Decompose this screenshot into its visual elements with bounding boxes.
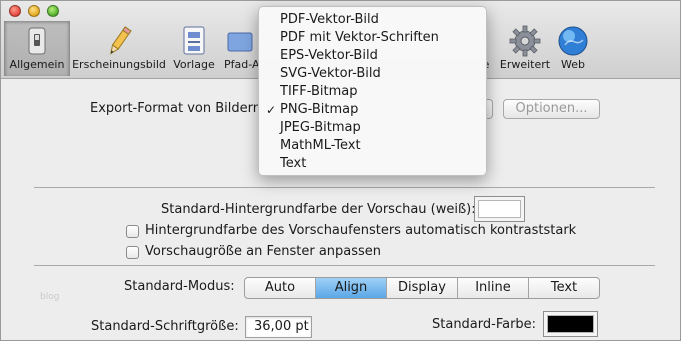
options-button[interactable]: Optionen... [503,99,600,119]
menu-item-tiff-bitmap[interactable]: TIFF-Bitmap [259,83,486,101]
default-mode-segmented-control: Auto Align Display Inline Text [244,277,600,299]
fit-preview-checkbox[interactable] [126,246,139,259]
auto-contrast-checkbox[interactable] [126,225,139,238]
fit-preview-label: Vorschaugröße an Fenster anpassen [145,244,382,259]
tab-label: Allgemein [9,58,65,71]
background-color-fill [478,200,521,218]
tab-label: Erweitert [499,58,551,71]
mode-display[interactable]: Display [387,278,458,298]
globe-icon [558,26,588,56]
pencil-icon [110,26,132,55]
menu-item-svg-vektor-bild[interactable]: SVG-Vektor-Bild [259,65,486,83]
default-color-well[interactable] [543,311,598,337]
tab-label: Vorlage [173,58,215,71]
menu-item-pdf-vektor-schriften[interactable]: PDF mit Vektor-Schriften [259,29,486,47]
zoom-window-button[interactable] [47,5,59,17]
menu-item-eps-vektor-bild[interactable]: EPS-Vektor-Bild [259,47,486,65]
auto-contrast-label: Hintergrundfarbe des Vorschaufensters au… [145,223,577,238]
menu-item-png-bitmap[interactable]: ✓ PNG-Bitmap [259,101,486,119]
default-color-label: Standard-Farbe: [432,317,537,332]
mode-text[interactable]: Text [529,278,599,298]
tab-label: Web [561,58,585,71]
default-font-size-label: Standard-Schriftgröße: [91,319,239,334]
menu-item-mathml-text[interactable]: MathML-Text [259,137,486,155]
minimize-window-button[interactable] [28,5,40,17]
menu-item-text[interactable]: Text [259,155,486,173]
mode-inline[interactable]: Inline [458,278,529,298]
separator [34,187,655,188]
template-icon [183,26,205,55]
background-color-label: Standard-Hintergrundfarbe der Vorschau (… [161,202,476,217]
watermark-text: blog [40,292,60,302]
tab-label: Pfad-A [224,58,260,71]
close-window-button[interactable] [9,5,21,17]
menu-item-jpeg-bitmap[interactable]: JPEG-Bitmap [259,119,486,137]
mode-auto[interactable]: Auto [245,278,316,298]
tab-web[interactable]: Web [553,21,593,76]
font-size-field[interactable]: 36,00 pt [245,316,312,338]
path-icon [227,32,253,52]
tab-pfad[interactable]: Pfad-A [221,21,259,76]
default-color-fill [547,315,594,333]
default-mode-label: Standard-Modus: [124,279,235,294]
export-format-label: Export-Format von Bildern [90,101,261,116]
tab-allgemein[interactable]: Allgemein [4,21,70,76]
background-color-well[interactable] [474,196,525,222]
checkmark-icon: ✓ [266,103,277,117]
gear-icon [509,25,541,57]
mode-align[interactable]: Align [316,278,387,298]
tab-erweitert[interactable]: Erweitert [499,21,551,76]
preferences-window: Allgemein Erscheinungsbild Vorlage Pfad-… [0,0,681,341]
tab-label: Erscheinungsbild [72,58,166,71]
menu-item-pdf-vektor-bild[interactable]: PDF-Vektor-Bild [259,11,486,29]
switch-icon [28,27,46,55]
export-format-menu: PDF-Vektor-Bild PDF mit Vektor-Schriften… [258,6,487,176]
separator [34,265,655,266]
tab-erscheinungsbild[interactable]: Erscheinungsbild [71,21,167,76]
tab-vorlage[interactable]: Vorlage [170,21,218,76]
